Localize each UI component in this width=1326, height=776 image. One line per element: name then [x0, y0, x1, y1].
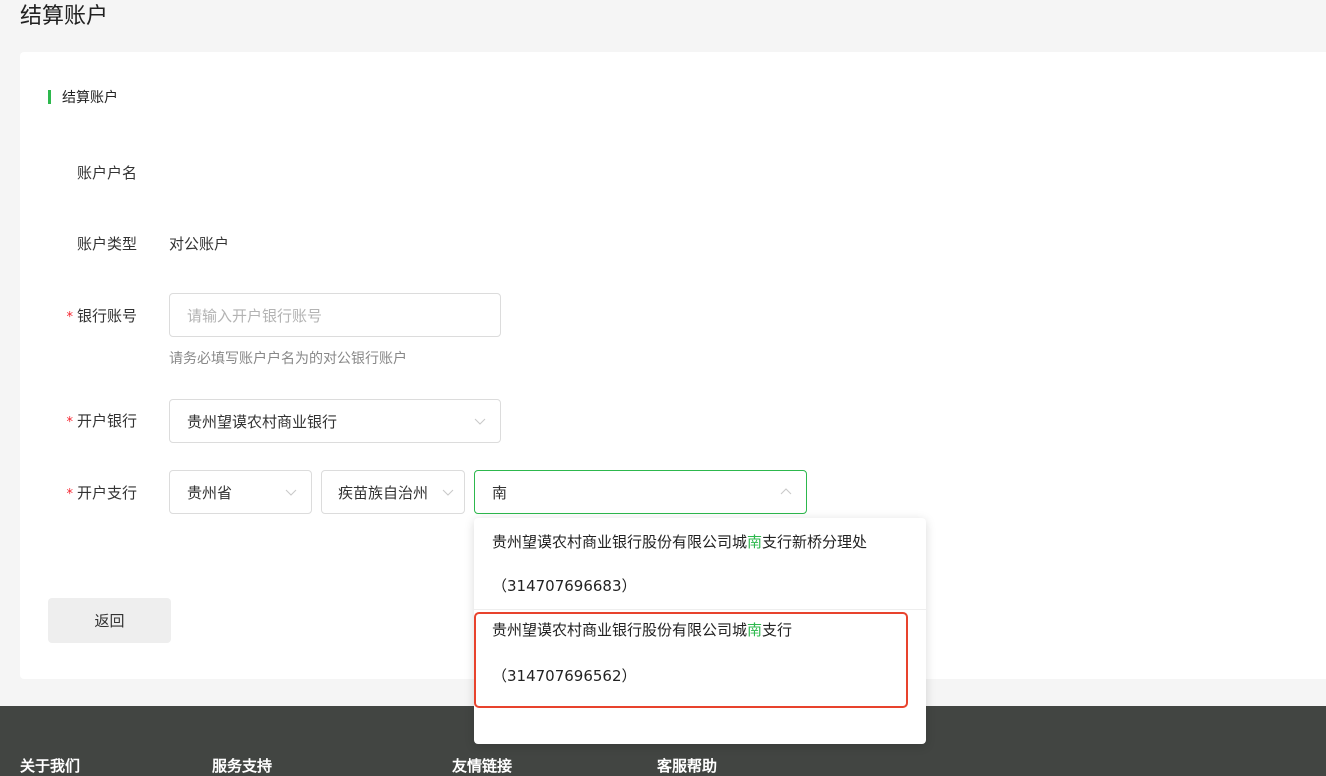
bank-account-placeholder: 请输入开户银行账号 — [187, 306, 323, 325]
branch-label: * 开户支行 — [66, 484, 137, 502]
province-select-value: 贵州省 — [187, 483, 233, 502]
annotation-highlight-box — [474, 612, 908, 708]
chevron-down-icon — [442, 486, 454, 498]
branch-search-value: 南 — [492, 483, 508, 502]
bank-account-hint: 请务必填写账户户名为的对公银行账户 — [169, 351, 407, 367]
section-title: 结算账户 — [62, 90, 118, 106]
footer-link-friends[interactable]: 友情链接 — [452, 756, 512, 776]
account-type-value: 对公账户 — [169, 235, 230, 253]
required-mark: * — [66, 310, 73, 325]
bank-account-input[interactable]: 请输入开户银行账号 — [169, 293, 501, 337]
required-mark: * — [66, 415, 73, 430]
bank-select[interactable]: 贵州望谟农村商业银行 — [169, 399, 501, 443]
footer-link-support[interactable]: 服务支持 — [212, 756, 272, 776]
option-code: （314707696683） — [492, 577, 637, 595]
account-type-label: 账户类型 — [76, 235, 137, 253]
bank-account-label: * 银行账号 — [66, 307, 137, 325]
footer-link-help[interactable]: 客服帮助 — [657, 756, 717, 776]
bank-select-value: 贵州望谟农村商业银行 — [187, 412, 338, 431]
chevron-down-icon — [285, 486, 297, 498]
page-title: 结算账户 — [20, 4, 109, 29]
branch-search-input[interactable]: 南 — [474, 470, 807, 514]
footer-link-about[interactable]: 关于我们 — [20, 756, 80, 776]
back-button[interactable]: 返回 — [48, 598, 171, 643]
account-name-label: 账户户名 — [76, 164, 137, 182]
option-name: 贵州望谟农村商业银行股份有限公司城南支行新桥分理处 — [492, 533, 868, 551]
chevron-up-icon — [780, 486, 792, 498]
section-header: 结算账户 — [48, 88, 118, 106]
section-accent-bar — [48, 90, 51, 104]
prefecture-select[interactable]: 疾苗族自治州 — [321, 470, 465, 514]
prefecture-select-value: 疾苗族自治州 — [338, 483, 429, 502]
province-select[interactable]: 贵州省 — [169, 470, 312, 514]
required-mark: * — [66, 487, 73, 502]
chevron-down-icon — [474, 415, 486, 427]
dropdown-option[interactable]: 贵州望谟农村商业银行股份有限公司城南支行新桥分理处 （314707696683） — [474, 518, 926, 609]
bank-label: * 开户银行 — [66, 412, 137, 430]
